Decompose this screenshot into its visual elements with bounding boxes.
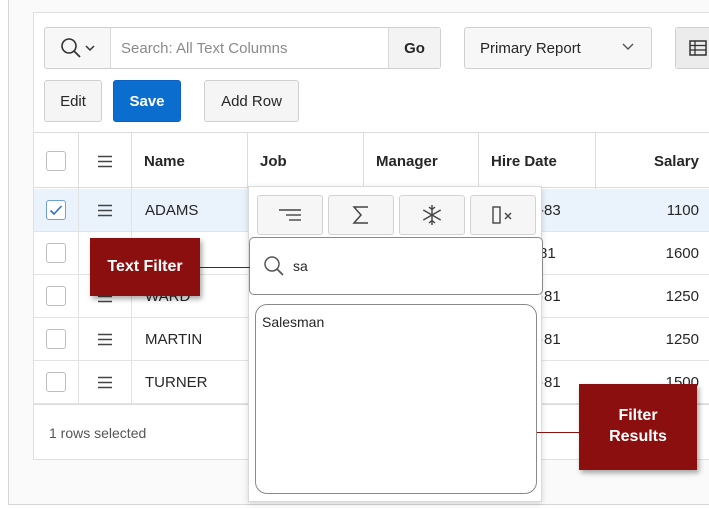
callout-filter-results: Filter Results bbox=[579, 384, 697, 470]
callout-leader-line bbox=[200, 267, 250, 268]
freeze-button[interactable] bbox=[399, 195, 465, 235]
add-row-button[interactable]: Add Row bbox=[204, 80, 299, 122]
edit-button[interactable]: Edit bbox=[44, 80, 102, 122]
grid-view-icon bbox=[689, 40, 707, 56]
row-checkbox[interactable] bbox=[46, 372, 66, 392]
chevron-down-icon bbox=[84, 45, 95, 52]
sigma-icon bbox=[352, 206, 368, 224]
report-select[interactable]: Primary Report bbox=[464, 27, 652, 69]
row-checkbox[interactable] bbox=[46, 200, 66, 220]
callout-filter-results-label: Filter Results bbox=[609, 407, 667, 445]
column-header-label: Salary bbox=[653, 152, 699, 170]
hire-date-cell[interactable]: -83 bbox=[539, 189, 561, 231]
search-column-selector[interactable] bbox=[45, 28, 111, 68]
control-break-icon bbox=[279, 209, 301, 221]
column-header-label: Name bbox=[144, 152, 185, 170]
row-actions-cell[interactable] bbox=[79, 318, 132, 360]
search-icon bbox=[60, 38, 81, 58]
row-checkbox[interactable] bbox=[46, 329, 66, 349]
row-select-cell bbox=[34, 232, 79, 274]
name-cell[interactable]: ADAMS bbox=[145, 189, 198, 231]
filter-results-list: Salesman bbox=[255, 304, 537, 494]
go-button[interactable]: Go bbox=[388, 28, 440, 68]
row-actions-icon bbox=[98, 333, 112, 345]
grid-view-button[interactable] bbox=[675, 27, 709, 69]
filter-result-item[interactable]: Salesman bbox=[262, 314, 324, 330]
row-actions-header bbox=[79, 133, 132, 189]
selection-count: 1 rows selected bbox=[49, 425, 147, 441]
row-actions-icon bbox=[98, 376, 112, 388]
column-header-hire-date[interactable]: Hire Date bbox=[479, 133, 596, 189]
hamburger-icon bbox=[98, 155, 112, 167]
row-actions-icon bbox=[98, 204, 112, 216]
hide-column-icon bbox=[492, 206, 512, 224]
search-input[interactable] bbox=[111, 28, 388, 68]
search-icon bbox=[264, 256, 284, 276]
hide-column-button[interactable] bbox=[470, 195, 536, 235]
control-break-button[interactable] bbox=[257, 195, 323, 235]
row-select-cell bbox=[34, 189, 79, 231]
snowflake-icon bbox=[422, 205, 442, 225]
column-header-manager[interactable]: Manager bbox=[364, 133, 479, 189]
salary-cell[interactable]: 1100 bbox=[596, 189, 699, 231]
column-header-name[interactable]: Name bbox=[132, 133, 248, 189]
row-checkbox[interactable] bbox=[46, 243, 66, 263]
row-select-cell bbox=[34, 318, 79, 360]
column-header-label: Manager bbox=[376, 152, 438, 170]
salary-cell[interactable]: 1250 bbox=[596, 275, 699, 317]
column-header-label: Hire Date bbox=[491, 152, 557, 170]
callout-leader-line bbox=[537, 432, 580, 433]
column-filter-input[interactable] bbox=[293, 258, 493, 274]
select-all-checkbox[interactable] bbox=[46, 151, 66, 171]
select-all-cell bbox=[34, 133, 79, 189]
chevron-down-icon bbox=[622, 43, 634, 50]
row-actions-cell[interactable] bbox=[79, 189, 132, 231]
search-bar: Go bbox=[44, 27, 441, 69]
row-select-cell bbox=[34, 275, 79, 317]
column-header-salary[interactable]: Salary bbox=[596, 133, 709, 189]
report-select-value: Primary Report bbox=[480, 39, 581, 57]
salary-cell[interactable]: 1250 bbox=[596, 318, 699, 360]
column-header-label: Job bbox=[260, 152, 287, 170]
salary-cell[interactable]: 1600 bbox=[596, 232, 699, 274]
grid-header: Name Job Manager Hire Date Salary bbox=[34, 132, 709, 189]
row-actions-cell[interactable] bbox=[79, 361, 132, 403]
name-cell[interactable]: MARTIN bbox=[145, 318, 202, 360]
column-filter-field bbox=[249, 237, 543, 295]
name-cell[interactable]: TURNER bbox=[145, 361, 208, 403]
save-button[interactable]: Save bbox=[113, 80, 181, 122]
aggregate-button[interactable] bbox=[328, 195, 394, 235]
hire-date-cell[interactable]: ·81 bbox=[539, 361, 561, 403]
callout-text-filter: Text Filter bbox=[90, 238, 200, 296]
column-header-job[interactable]: Job bbox=[248, 133, 364, 189]
row-select-cell bbox=[34, 361, 79, 403]
row-checkbox[interactable] bbox=[46, 286, 66, 306]
column-header-menu: Salesman bbox=[248, 186, 543, 502]
check-icon bbox=[49, 205, 63, 216]
hire-date-cell[interactable]: ·81 bbox=[539, 318, 561, 360]
